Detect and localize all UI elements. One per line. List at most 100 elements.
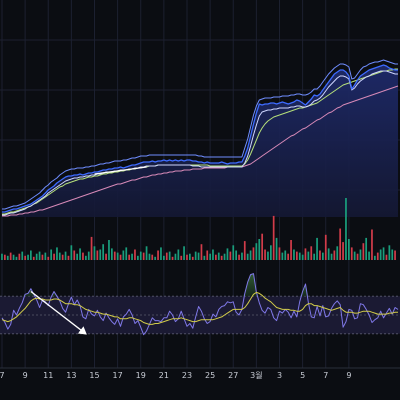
volume-bar xyxy=(382,247,385,260)
volume-bar xyxy=(327,248,330,260)
volume-bar xyxy=(116,252,119,260)
volume-bar xyxy=(215,254,217,260)
volume-bar xyxy=(307,251,310,260)
volume-bar xyxy=(96,250,99,260)
volume-bar xyxy=(168,251,171,260)
volume-bar xyxy=(58,252,61,260)
stock-chart: 7 9 11 13 15 17 19 21 23 25 27 3월 3 5 7 9 xyxy=(0,0,400,400)
volume-bar xyxy=(111,248,113,260)
x-tick-label: 7 xyxy=(323,371,328,380)
volume-bar xyxy=(293,249,295,260)
volume-bar xyxy=(356,253,359,260)
volume-bar xyxy=(333,250,336,260)
volume-bar xyxy=(212,249,214,260)
volume-bar xyxy=(200,244,203,260)
x-tick-label: 3 xyxy=(277,371,282,380)
volume-bar xyxy=(353,251,356,260)
volume-bar xyxy=(194,251,197,260)
volume-bar xyxy=(264,249,266,260)
volume-bar xyxy=(90,236,93,260)
volume-bar xyxy=(258,239,261,260)
x-tick-label: 23 xyxy=(182,371,192,380)
volume-bar xyxy=(319,250,321,260)
volume-bar xyxy=(235,250,238,260)
volume-bar xyxy=(296,251,298,260)
volume-bar xyxy=(232,245,235,260)
volume-bar xyxy=(122,250,125,260)
volume-bar xyxy=(365,237,368,260)
volume-bar xyxy=(197,252,200,260)
volume-bar xyxy=(165,252,168,260)
volume-bar xyxy=(134,249,136,260)
x-tick-label: 9 xyxy=(346,371,351,380)
volume-bar xyxy=(322,252,324,260)
volume-bar xyxy=(348,239,350,260)
volume-bar xyxy=(53,253,55,260)
volume-bar xyxy=(243,241,246,260)
x-tick-label: 27 xyxy=(228,371,238,380)
volume-bar xyxy=(379,249,382,260)
volume-bar xyxy=(160,247,162,260)
volume-bar xyxy=(61,254,64,260)
volume-bar xyxy=(270,245,272,260)
volume-bar xyxy=(79,248,81,260)
volume-bar xyxy=(113,251,116,260)
volume-bar xyxy=(6,255,9,260)
volume-bar xyxy=(87,251,90,260)
volume-bar xyxy=(275,237,278,260)
volume-bar xyxy=(125,247,128,260)
volume-bar xyxy=(388,245,391,260)
volume-bar xyxy=(128,254,131,260)
volume-bar xyxy=(223,253,226,260)
volume-bar xyxy=(267,251,269,260)
volume-bar xyxy=(30,250,32,260)
volume-bar xyxy=(281,252,284,260)
x-tick-label: 17 xyxy=(113,371,123,380)
volume-bar xyxy=(157,250,159,260)
volume-bar xyxy=(278,247,281,260)
volume-bar xyxy=(391,249,394,260)
volume-bar xyxy=(163,255,165,260)
volume-bar xyxy=(226,248,229,260)
volume-bar xyxy=(290,240,292,260)
x-tick-label: 3월 xyxy=(250,370,262,380)
volume-bar xyxy=(145,246,148,260)
volume-bar xyxy=(137,255,139,260)
volume-bar xyxy=(131,253,133,260)
volume-bar xyxy=(18,253,21,260)
volume-bar xyxy=(345,198,347,260)
volume-bar xyxy=(171,256,174,260)
volume-bar xyxy=(4,254,6,260)
volume-bar xyxy=(374,255,376,260)
volume-bar xyxy=(93,246,96,260)
volume-bar xyxy=(209,253,212,260)
volume-bar xyxy=(186,254,188,260)
volume-bar xyxy=(284,250,287,260)
volume-bar xyxy=(368,251,370,260)
volume-bar xyxy=(102,244,105,260)
volume-bar xyxy=(38,251,41,260)
volume-bar xyxy=(371,229,373,260)
volume-bar xyxy=(105,253,107,260)
volume-bar xyxy=(73,250,76,260)
volume-bar xyxy=(217,252,220,260)
volume-bar xyxy=(191,256,194,260)
volume-bar xyxy=(70,245,73,260)
volume-bar xyxy=(206,250,209,260)
volume-bar xyxy=(85,255,87,260)
volume-bar xyxy=(174,253,177,260)
volume-bar xyxy=(241,252,243,260)
x-tick-label: 5 xyxy=(300,371,305,380)
volume-bar xyxy=(272,215,275,260)
volume-bar xyxy=(203,255,206,260)
volume-bar xyxy=(142,252,145,260)
volume-bar xyxy=(76,253,79,260)
volume-bar xyxy=(151,254,154,260)
x-tick-label: 11 xyxy=(43,371,53,380)
volume-bar xyxy=(148,253,151,260)
volume-bar xyxy=(32,256,35,260)
x-tick-label: 13 xyxy=(66,371,76,380)
volume-bar xyxy=(255,243,258,260)
volume-bar xyxy=(82,252,84,260)
volume-bar xyxy=(21,251,24,260)
